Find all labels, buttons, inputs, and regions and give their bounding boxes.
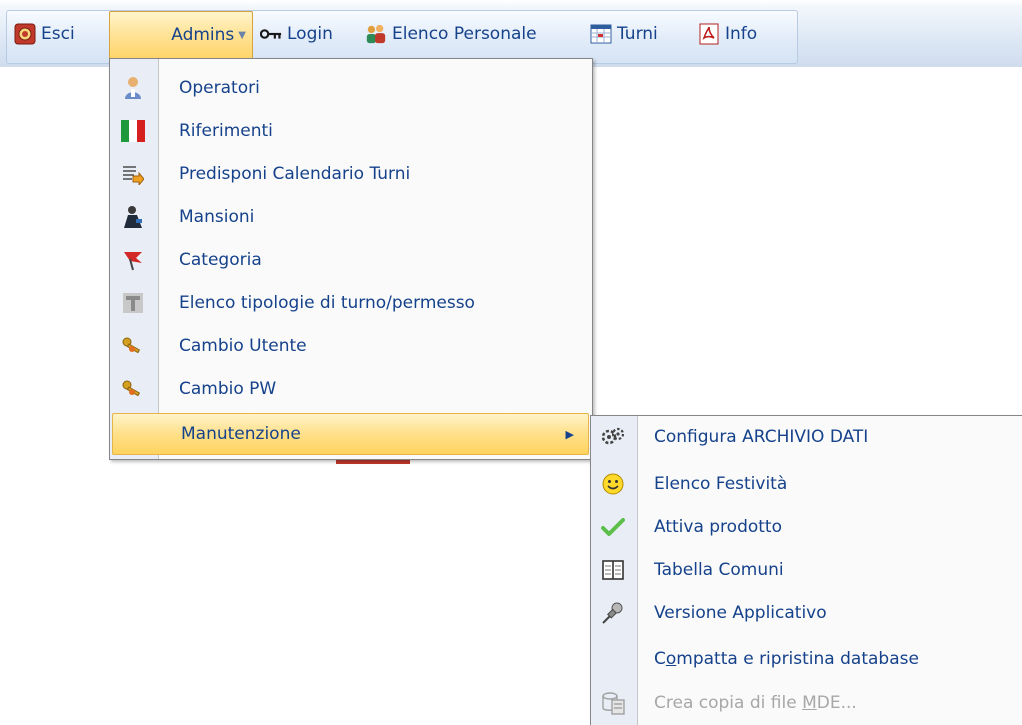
- menu-item-label: Crea copia di file MDE...: [654, 693, 857, 713]
- menu-item-elenco-tipologie[interactable]: Elenco tipologie di turno/permesso: [111, 282, 591, 324]
- admins-label: Admins: [171, 25, 235, 45]
- menu-item-categoria[interactable]: Categoria: [111, 239, 591, 281]
- menu-item-label: Categoria: [179, 250, 262, 270]
- admins-dropdown: Operatori Riferimenti Predisponi Calenda…: [109, 58, 593, 460]
- menu-item-label: Elenco Festività: [654, 474, 788, 494]
- menu-item-elenco-festivita[interactable]: Elenco Festività: [592, 463, 1022, 505]
- gears-icon: [599, 423, 627, 451]
- menu-item-attiva-prodotto[interactable]: Attiva prodotto: [592, 506, 1022, 548]
- menu-item-predisponi-calendario-turni[interactable]: Predisponi Calendario Turni: [111, 153, 591, 195]
- menu-item-label: Attiva prodotto: [654, 517, 782, 537]
- turni-button[interactable]: Turni: [590, 14, 658, 54]
- esci-button[interactable]: Esci: [14, 14, 75, 54]
- menu-item-tabella-comuni[interactable]: Tabella Comuni: [592, 549, 1022, 591]
- manutenzione-submenu: Configura ARCHIVIO DATI Elenco Festività…: [590, 415, 1022, 725]
- login-button[interactable]: Login: [260, 14, 333, 54]
- esci-label: Esci: [41, 24, 75, 44]
- smiley-icon: [599, 470, 627, 498]
- worker-icon: [119, 203, 147, 231]
- menu-item-crea-copia-file-mde[interactable]: Crea copia di file MDE...: [592, 682, 1022, 724]
- type-t-icon: [119, 289, 147, 317]
- menu-item-operatori[interactable]: Operatori: [111, 67, 591, 109]
- calendar-icon: [590, 23, 612, 45]
- flag-pin-icon: [119, 246, 147, 274]
- info-button[interactable]: Info: [698, 14, 757, 54]
- login-label: Login: [287, 24, 333, 44]
- menu-item-cambio-pw[interactable]: Cambio PW: [111, 368, 591, 410]
- people-icon: [365, 23, 387, 45]
- menu-item-label: Cambio Utente: [179, 336, 307, 356]
- pin-icon: [599, 599, 627, 627]
- menu-item-label: Configura ARCHIVIO DATI: [654, 427, 869, 447]
- calendar-list-icon: [119, 160, 147, 188]
- elenco-personale-label: Elenco Personale: [392, 24, 537, 44]
- menu-item-mansioni[interactable]: Mansioni: [111, 196, 591, 238]
- menu-item-label: Operatori: [179, 78, 260, 98]
- keys-icon: [119, 375, 147, 403]
- menu-item-manutenzione[interactable]: Manutenzione ▶: [112, 413, 589, 455]
- menu-item-label: Manutenzione: [181, 424, 301, 444]
- menu-item-compatta-ripristina-database[interactable]: Compatta e ripristina database: [592, 638, 1022, 680]
- admins-menu-button[interactable]: Admins ▼: [109, 11, 253, 58]
- menu-item-riferimenti[interactable]: Riferimenti: [111, 110, 591, 152]
- menu-item-label: Elenco tipologie di turno/permesso: [179, 293, 475, 313]
- menu-item-label: Riferimenti: [179, 121, 273, 141]
- menu-item-configura-archivio-dati[interactable]: Configura ARCHIVIO DATI: [592, 416, 1022, 458]
- menu-item-label: Mansioni: [179, 207, 255, 227]
- menu-item-label: Cambio PW: [179, 379, 277, 399]
- italian-flag-icon: [119, 117, 147, 145]
- submenu-arrow-icon: ▶: [565, 427, 574, 441]
- menu-item-cambio-utente[interactable]: Cambio Utente: [111, 325, 591, 367]
- menu-item-versione-applicativo[interactable]: Versione Applicativo: [592, 592, 1022, 634]
- exit-icon: [14, 23, 36, 45]
- keys-icon: [119, 332, 147, 360]
- key-icon: [260, 23, 282, 45]
- chevron-down-icon: ▼: [238, 29, 246, 41]
- elenco-personale-button[interactable]: Elenco Personale: [365, 14, 537, 54]
- menu-item-label: Versione Applicativo: [654, 603, 827, 623]
- toolbar: Esci Admins ▼ Login Elenco Personale Tur…: [0, 0, 1022, 67]
- table-icon: [599, 556, 627, 584]
- operator-icon: [119, 74, 147, 102]
- info-label: Info: [725, 24, 758, 44]
- menu-item-label: Tabella Comuni: [654, 560, 784, 580]
- pdf-icon: [698, 23, 720, 45]
- check-icon: [599, 513, 627, 541]
- turni-label: Turni: [617, 24, 658, 44]
- menu-item-label: Predisponi Calendario Turni: [179, 164, 411, 184]
- menu-item-label: Compatta e ripristina database: [654, 649, 919, 669]
- copy-file-icon: [599, 689, 627, 717]
